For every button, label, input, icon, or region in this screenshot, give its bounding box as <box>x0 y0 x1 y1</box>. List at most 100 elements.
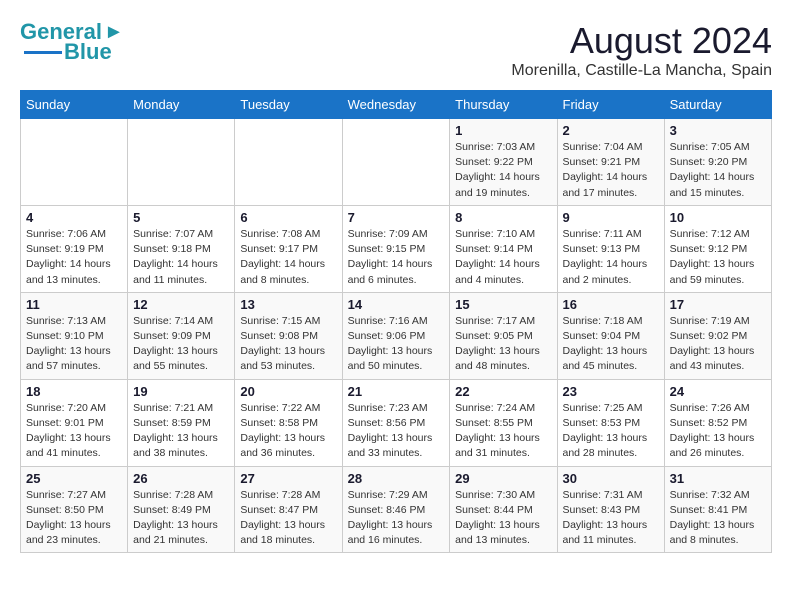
calendar-cell <box>21 119 128 206</box>
col-header-friday: Friday <box>557 91 664 119</box>
calendar-cell: 31 Sunrise: 7:32 AMSunset: 8:41 PMDayligh… <box>664 466 771 553</box>
day-number: 10 <box>670 210 766 225</box>
calendar-cell: 13Sunrise: 7:15 AMSunset: 9:08 PMDayligh… <box>235 292 342 379</box>
day-number: 24 <box>670 384 766 399</box>
month-year-title: August 2024 <box>511 20 772 62</box>
day-number: 22 <box>455 384 551 399</box>
calendar-cell <box>128 119 235 206</box>
calendar-cell: 22 Sunrise: 7:24 AMSunset: 8:55 PMDayligh… <box>450 379 557 466</box>
day-info: Sunrise: 7:32 AMSunset: 8:41 PMDaylight:… <box>670 488 766 549</box>
calendar-cell <box>235 119 342 206</box>
day-info: Sunrise: 7:20 AMSunset: 9:01 PMDaylight:… <box>26 401 122 462</box>
calendar-cell: 20Sunrise: 7:22 AMSunset: 8:58 PMDayligh… <box>235 379 342 466</box>
day-number: 28 <box>348 471 445 486</box>
calendar-cell: 28 Sunrise: 7:29 AMSunset: 8:46 PMDayligh… <box>342 466 450 553</box>
day-number: 25 <box>26 471 122 486</box>
col-header-tuesday: Tuesday <box>235 91 342 119</box>
calendar-week-row: 18 Sunrise: 7:20 AMSunset: 9:01 PMDayligh… <box>21 379 772 466</box>
col-header-wednesday: Wednesday <box>342 91 450 119</box>
day-info: Sunrise: 7:18 AMSunset: 9:04 PMDaylight:… <box>563 314 659 375</box>
calendar-cell: 12Sunrise: 7:14 AMSunset: 9:09 PMDayligh… <box>128 292 235 379</box>
day-info: Sunrise: 7:25 AMSunset: 8:53 PMDaylight:… <box>563 401 659 462</box>
day-info: Sunrise: 7:13 AMSunset: 9:10 PMDaylight:… <box>26 314 122 375</box>
day-info: Sunrise: 7:28 AMSunset: 8:49 PMDaylight:… <box>133 488 229 549</box>
day-number: 7 <box>348 210 445 225</box>
day-info: Sunrise: 7:16 AMSunset: 9:06 PMDaylight:… <box>348 314 445 375</box>
day-info: Sunrise: 7:11 AMSunset: 9:13 PMDaylight:… <box>563 227 659 288</box>
day-number: 9 <box>563 210 659 225</box>
day-number: 6 <box>240 210 336 225</box>
day-info: Sunrise: 7:03 AMSunset: 9:22 PMDaylight:… <box>455 140 551 201</box>
day-info: Sunrise: 7:09 AMSunset: 9:15 PMDaylight:… <box>348 227 445 288</box>
page-header: General ► Blue August 2024 Morenilla, Ca… <box>20 20 772 80</box>
logo: General ► Blue <box>20 20 124 64</box>
day-number: 11 <box>26 297 122 312</box>
day-info: Sunrise: 7:26 AMSunset: 8:52 PMDaylight:… <box>670 401 766 462</box>
calendar-cell: 25 Sunrise: 7:27 AMSunset: 8:50 PMDayligh… <box>21 466 128 553</box>
calendar-cell: 26 Sunrise: 7:28 AMSunset: 8:49 PMDayligh… <box>128 466 235 553</box>
day-info: Sunrise: 7:27 AMSunset: 8:50 PMDaylight:… <box>26 488 122 549</box>
day-number: 29 <box>455 471 551 486</box>
day-number: 2 <box>563 123 659 138</box>
calendar-cell: 9 Sunrise: 7:11 AMSunset: 9:13 PMDaylight… <box>557 205 664 292</box>
calendar-cell: 19 Sunrise: 7:21 AMSunset: 8:59 PMDayligh… <box>128 379 235 466</box>
day-info: Sunrise: 7:08 AMSunset: 9:17 PMDaylight:… <box>240 227 336 288</box>
calendar-table: SundayMondayTuesdayWednesdayThursdayFrid… <box>20 90 772 553</box>
day-info: Sunrise: 7:24 AMSunset: 8:55 PMDaylight:… <box>455 401 551 462</box>
calendar-cell: 14Sunrise: 7:16 AMSunset: 9:06 PMDayligh… <box>342 292 450 379</box>
calendar-cell: 3Sunrise: 7:05 AMSunset: 9:20 PMDaylight… <box>664 119 771 206</box>
day-number: 17 <box>670 297 766 312</box>
day-number: 18 <box>26 384 122 399</box>
day-number: 16 <box>563 297 659 312</box>
day-number: 21 <box>348 384 445 399</box>
day-number: 27 <box>240 471 336 486</box>
location-subtitle: Morenilla, Castille-La Mancha, Spain <box>511 62 772 80</box>
day-info: Sunrise: 7:10 AMSunset: 9:14 PMDaylight:… <box>455 227 551 288</box>
day-info: Sunrise: 7:19 AMSunset: 9:02 PMDaylight:… <box>670 314 766 375</box>
calendar-cell: 21 Sunrise: 7:23 AMSunset: 8:56 PMDayligh… <box>342 379 450 466</box>
calendar-cell: 16 Sunrise: 7:18 AMSunset: 9:04 PMDayligh… <box>557 292 664 379</box>
calendar-week-row: 1 Sunrise: 7:03 AMSunset: 9:22 PMDaylight… <box>21 119 772 206</box>
day-number: 20 <box>240 384 336 399</box>
calendar-cell: 11 Sunrise: 7:13 AMSunset: 9:10 PMDayligh… <box>21 292 128 379</box>
calendar-cell: 23 Sunrise: 7:25 AMSunset: 8:53 PMDayligh… <box>557 379 664 466</box>
calendar-cell: 10Sunrise: 7:12 AMSunset: 9:12 PMDayligh… <box>664 205 771 292</box>
calendar-cell: 7 Sunrise: 7:09 AMSunset: 9:15 PMDaylight… <box>342 205 450 292</box>
day-info: Sunrise: 7:07 AMSunset: 9:18 PMDaylight:… <box>133 227 229 288</box>
calendar-cell: 5 Sunrise: 7:07 AMSunset: 9:18 PMDaylight… <box>128 205 235 292</box>
calendar-cell: 2 Sunrise: 7:04 AMSunset: 9:21 PMDaylight… <box>557 119 664 206</box>
calendar-cell: 15Sunrise: 7:17 AMSunset: 9:05 PMDayligh… <box>450 292 557 379</box>
day-number: 23 <box>563 384 659 399</box>
col-header-sunday: Sunday <box>21 91 128 119</box>
day-info: Sunrise: 7:23 AMSunset: 8:56 PMDaylight:… <box>348 401 445 462</box>
day-info: Sunrise: 7:29 AMSunset: 8:46 PMDaylight:… <box>348 488 445 549</box>
calendar-cell: 18 Sunrise: 7:20 AMSunset: 9:01 PMDayligh… <box>21 379 128 466</box>
calendar-cell: 27 Sunrise: 7:28 AMSunset: 8:47 PMDayligh… <box>235 466 342 553</box>
day-number: 12 <box>133 297 229 312</box>
day-info: Sunrise: 7:30 AMSunset: 8:44 PMDaylight:… <box>455 488 551 549</box>
calendar-cell <box>342 119 450 206</box>
calendar-cell: 17 Sunrise: 7:19 AMSunset: 9:02 PMDayligh… <box>664 292 771 379</box>
title-area: August 2024 Morenilla, Castille-La Manch… <box>511 20 772 80</box>
calendar-week-row: 25 Sunrise: 7:27 AMSunset: 8:50 PMDayligh… <box>21 466 772 553</box>
day-number: 31 <box>670 471 766 486</box>
day-number: 15 <box>455 297 551 312</box>
calendar-cell: 4Sunrise: 7:06 AMSunset: 9:19 PMDaylight… <box>21 205 128 292</box>
day-info: Sunrise: 7:06 AMSunset: 9:19 PMDaylight:… <box>26 227 122 288</box>
col-header-saturday: Saturday <box>664 91 771 119</box>
calendar-header-row: SundayMondayTuesdayWednesdayThursdayFrid… <box>21 91 772 119</box>
day-number: 1 <box>455 123 551 138</box>
day-info: Sunrise: 7:21 AMSunset: 8:59 PMDaylight:… <box>133 401 229 462</box>
col-header-thursday: Thursday <box>450 91 557 119</box>
col-header-monday: Monday <box>128 91 235 119</box>
day-number: 19 <box>133 384 229 399</box>
day-number: 26 <box>133 471 229 486</box>
day-info: Sunrise: 7:05 AMSunset: 9:20 PMDaylight:… <box>670 140 766 201</box>
logo-blue: Blue <box>64 40 112 64</box>
day-number: 5 <box>133 210 229 225</box>
day-info: Sunrise: 7:28 AMSunset: 8:47 PMDaylight:… <box>240 488 336 549</box>
calendar-cell: 29 Sunrise: 7:30 AMSunset: 8:44 PMDayligh… <box>450 466 557 553</box>
calendar-week-row: 4Sunrise: 7:06 AMSunset: 9:19 PMDaylight… <box>21 205 772 292</box>
calendar-cell: 24 Sunrise: 7:26 AMSunset: 8:52 PMDayligh… <box>664 379 771 466</box>
day-info: Sunrise: 7:04 AMSunset: 9:21 PMDaylight:… <box>563 140 659 201</box>
